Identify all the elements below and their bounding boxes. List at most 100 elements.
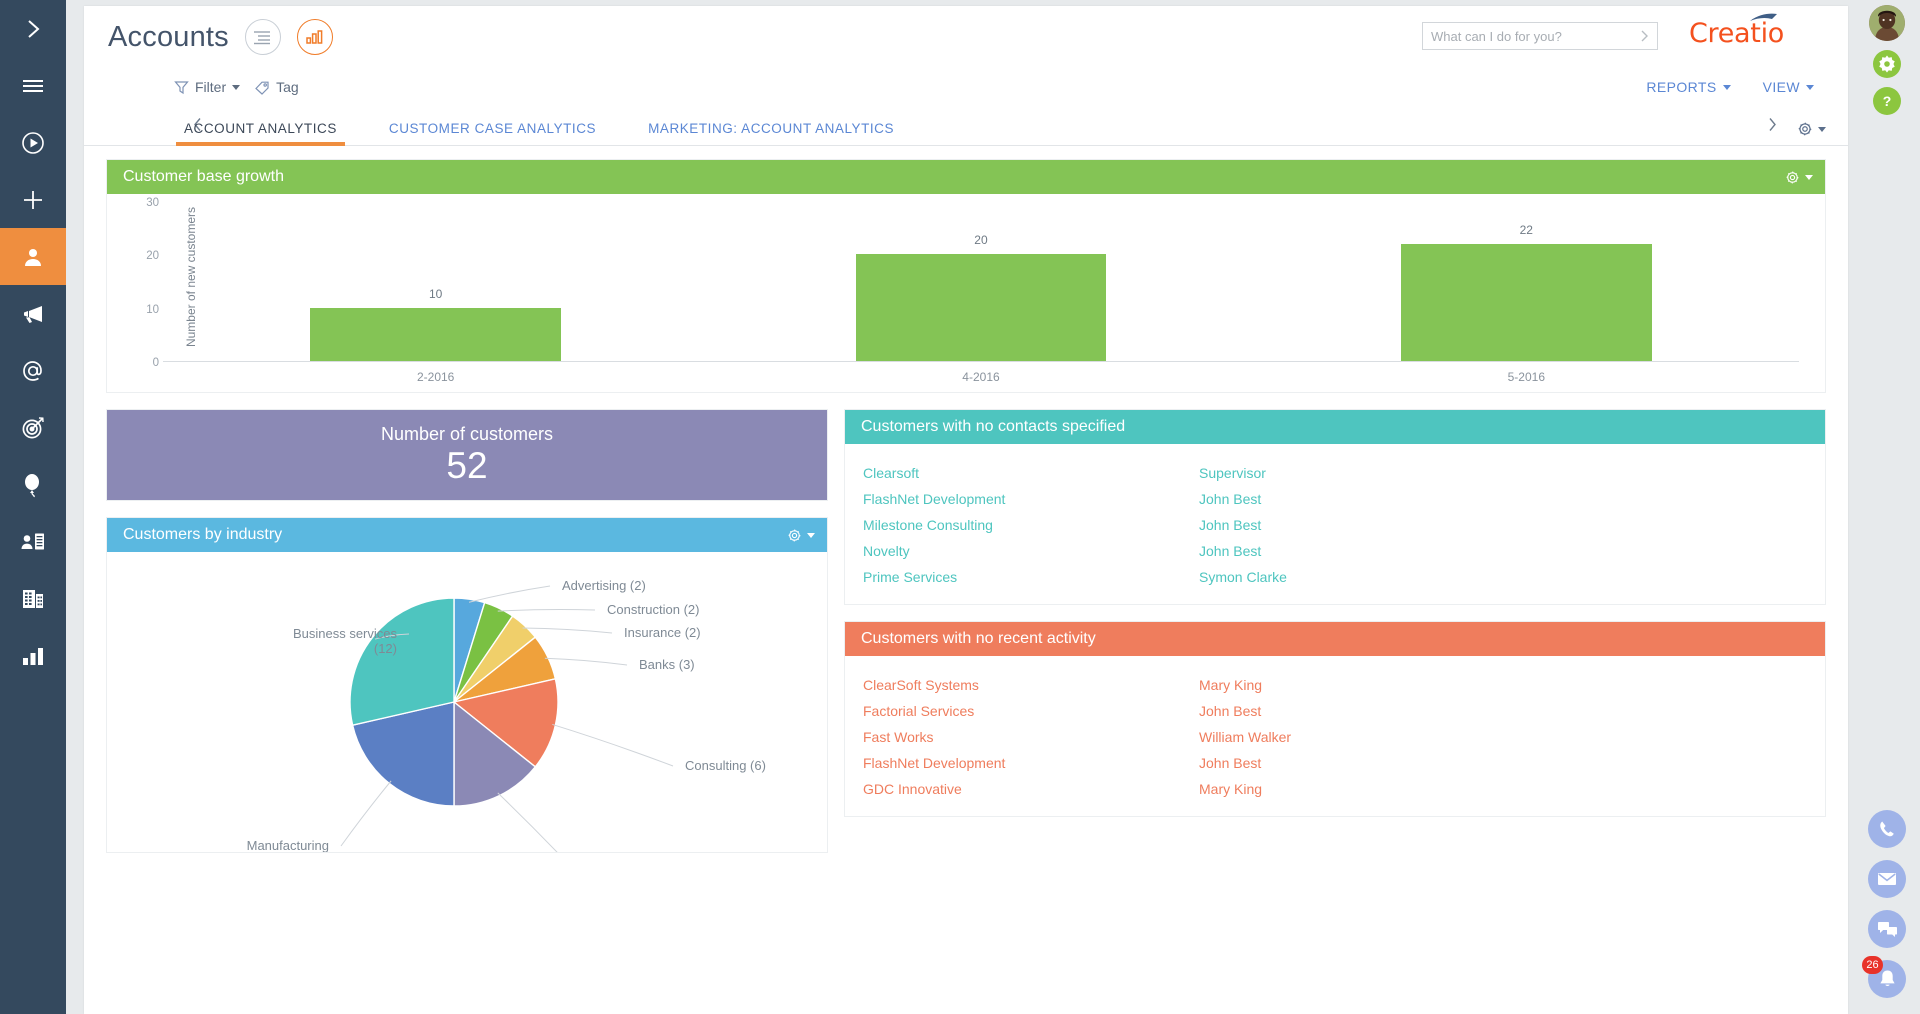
- expand-menu-icon[interactable]: [0, 0, 66, 57]
- customer-link[interactable]: GDC Innovative: [863, 781, 1199, 797]
- megaphone-icon[interactable]: [0, 285, 66, 342]
- list-item[interactable]: Fast WorksWilliam Walker: [845, 724, 1825, 750]
- add-plus-icon[interactable]: [0, 171, 66, 228]
- chevron-down-icon: [1723, 85, 1731, 90]
- widget-settings-button[interactable]: [1785, 170, 1813, 185]
- at-email-icon[interactable]: [0, 342, 66, 399]
- list-item[interactable]: GDC InnovativeMary King: [845, 776, 1825, 802]
- contact-card-icon[interactable]: [0, 513, 66, 570]
- tab-customer-case-analytics[interactable]: CUSTOMER CASE ANALYTICS: [389, 121, 596, 145]
- bar[interactable]: 20: [856, 254, 1107, 361]
- contact-link[interactable]: John Best: [1199, 491, 1825, 507]
- pie-label-leader: [469, 586, 550, 602]
- avatar[interactable]: [1869, 5, 1905, 41]
- view-button[interactable]: VIEW: [1763, 79, 1814, 95]
- customer-link[interactable]: FlashNet Development: [863, 491, 1199, 507]
- settings-gear-button[interactable]: [1873, 50, 1901, 78]
- pie-chart: Advertising (2)Construction (2)Insurance…: [107, 552, 827, 852]
- pie-label-leader: [498, 609, 595, 611]
- pie-label-leader: [552, 724, 673, 766]
- widget-customers-by-industry: Customers by industry: [106, 517, 828, 853]
- contact-link[interactable]: William Walker: [1199, 729, 1825, 745]
- reports-label: REPORTS: [1646, 79, 1716, 95]
- balloon-icon[interactable]: [0, 456, 66, 513]
- brand-swoosh-icon: [1750, 13, 1778, 24]
- bar[interactable]: 22: [1401, 244, 1652, 361]
- list-item[interactable]: FlashNet DevelopmentJohn Best: [845, 486, 1825, 512]
- play-circle-icon[interactable]: [0, 114, 66, 171]
- pie-slice[interactable]: [350, 598, 454, 725]
- list-item[interactable]: Milestone ConsultingJohn Best: [845, 512, 1825, 538]
- customer-link[interactable]: Fast Works: [863, 729, 1199, 745]
- building-icon[interactable]: [0, 570, 66, 627]
- x-axis-tick: 4-2016: [708, 370, 1253, 384]
- right-sidebar: ? 26: [1854, 0, 1920, 1014]
- list-item[interactable]: Factorial ServicesJohn Best: [845, 698, 1825, 724]
- help-button[interactable]: ?: [1873, 87, 1901, 115]
- widget-no-recent-activity: Customers with no recent activity ClearS…: [844, 621, 1826, 817]
- contact-link[interactable]: Mary King: [1199, 677, 1825, 693]
- list-item[interactable]: NoveltyJohn Best: [845, 538, 1825, 564]
- bars-container: 10 20 22: [163, 202, 1799, 361]
- bar[interactable]: 10: [310, 308, 561, 361]
- tag-button[interactable]: Tag: [254, 79, 299, 95]
- contact-link[interactable]: Symon Clarke: [1199, 569, 1825, 585]
- customer-link[interactable]: Prime Services: [863, 569, 1199, 585]
- mail-button[interactable]: [1868, 860, 1906, 898]
- contact-link[interactable]: Supervisor: [1199, 465, 1825, 481]
- filter-button[interactable]: Filter: [174, 79, 240, 95]
- app-root: Accounts Creatio: [0, 0, 1920, 1014]
- tabs-next-icon[interactable]: [1767, 117, 1778, 137]
- search-submit-icon[interactable]: [1631, 29, 1657, 43]
- notifications-button[interactable]: 26: [1868, 960, 1906, 998]
- list-item[interactable]: FlashNet DevelopmentJohn Best: [845, 750, 1825, 776]
- pie-slice-label: Advertising (2): [562, 578, 646, 593]
- customer-link[interactable]: Milestone Consulting: [863, 517, 1199, 533]
- chart-view-icon[interactable]: [297, 19, 333, 55]
- chat-icon: [1877, 920, 1898, 938]
- bar-value-label: 22: [1401, 223, 1652, 237]
- target-icon[interactable]: [0, 399, 66, 456]
- contact-link[interactable]: John Best: [1199, 517, 1825, 533]
- bar-cell[interactable]: 20: [708, 202, 1253, 361]
- chat-button[interactable]: [1868, 910, 1906, 948]
- widget-no-contacts: Customers with no contacts specified Cle…: [844, 409, 1826, 605]
- chevron-down-icon: [1805, 175, 1813, 180]
- bar-chart-icon[interactable]: [0, 627, 66, 684]
- tab-account-analytics[interactable]: ACCOUNT ANALYTICS: [184, 121, 337, 145]
- reports-button[interactable]: REPORTS: [1646, 79, 1730, 95]
- dashboard: Customer base growth Number of new custo…: [84, 147, 1848, 1014]
- hamburger-menu-icon[interactable]: [0, 57, 66, 114]
- bar-cell[interactable]: 22: [1254, 202, 1799, 361]
- contact-link[interactable]: John Best: [1199, 703, 1825, 719]
- widget-title: Customers with no contacts specified: [861, 418, 1125, 436]
- dashboard-settings-button[interactable]: [1797, 121, 1826, 137]
- x-axis-tick: 5-2016: [1254, 370, 1799, 384]
- pie-chart-svg: Advertising (2)Construction (2)Insurance…: [107, 552, 829, 852]
- list-item[interactable]: Prime ServicesSymon Clarke: [845, 564, 1825, 590]
- list-item[interactable]: ClearsoftSupervisor: [845, 460, 1825, 486]
- customer-link[interactable]: FlashNet Development: [863, 755, 1199, 771]
- pie-slice-label: Insurance (2): [624, 625, 701, 640]
- contact-link[interactable]: John Best: [1199, 543, 1825, 559]
- gear-icon: [1797, 121, 1813, 137]
- list-view-icon[interactable]: [245, 19, 281, 55]
- bar-cell[interactable]: 10: [163, 202, 708, 361]
- sidebar-item-accounts[interactable]: [0, 228, 66, 285]
- phone-button[interactable]: [1868, 810, 1906, 848]
- widget-settings-button[interactable]: [787, 528, 815, 543]
- customer-link[interactable]: ClearSoft Systems: [863, 677, 1199, 693]
- contact-link[interactable]: Mary King: [1199, 781, 1825, 797]
- customer-link[interactable]: Novelty: [863, 543, 1199, 559]
- customer-link[interactable]: Clearsoft: [863, 465, 1199, 481]
- customer-link[interactable]: Factorial Services: [863, 703, 1199, 719]
- pie-label-leader: [545, 658, 627, 665]
- tab-label: MARKETING: ACCOUNT ANALYTICS: [648, 121, 894, 136]
- tab-marketing-account-analytics[interactable]: MARKETING: ACCOUNT ANALYTICS: [648, 121, 894, 145]
- creatio-logo: Creatio: [1689, 18, 1784, 49]
- list-item[interactable]: ClearSoft SystemsMary King: [845, 672, 1825, 698]
- search-box[interactable]: [1422, 22, 1658, 50]
- widget-title: Customers with no recent activity: [861, 630, 1096, 648]
- search-input[interactable]: [1423, 23, 1631, 49]
- contact-link[interactable]: John Best: [1199, 755, 1825, 771]
